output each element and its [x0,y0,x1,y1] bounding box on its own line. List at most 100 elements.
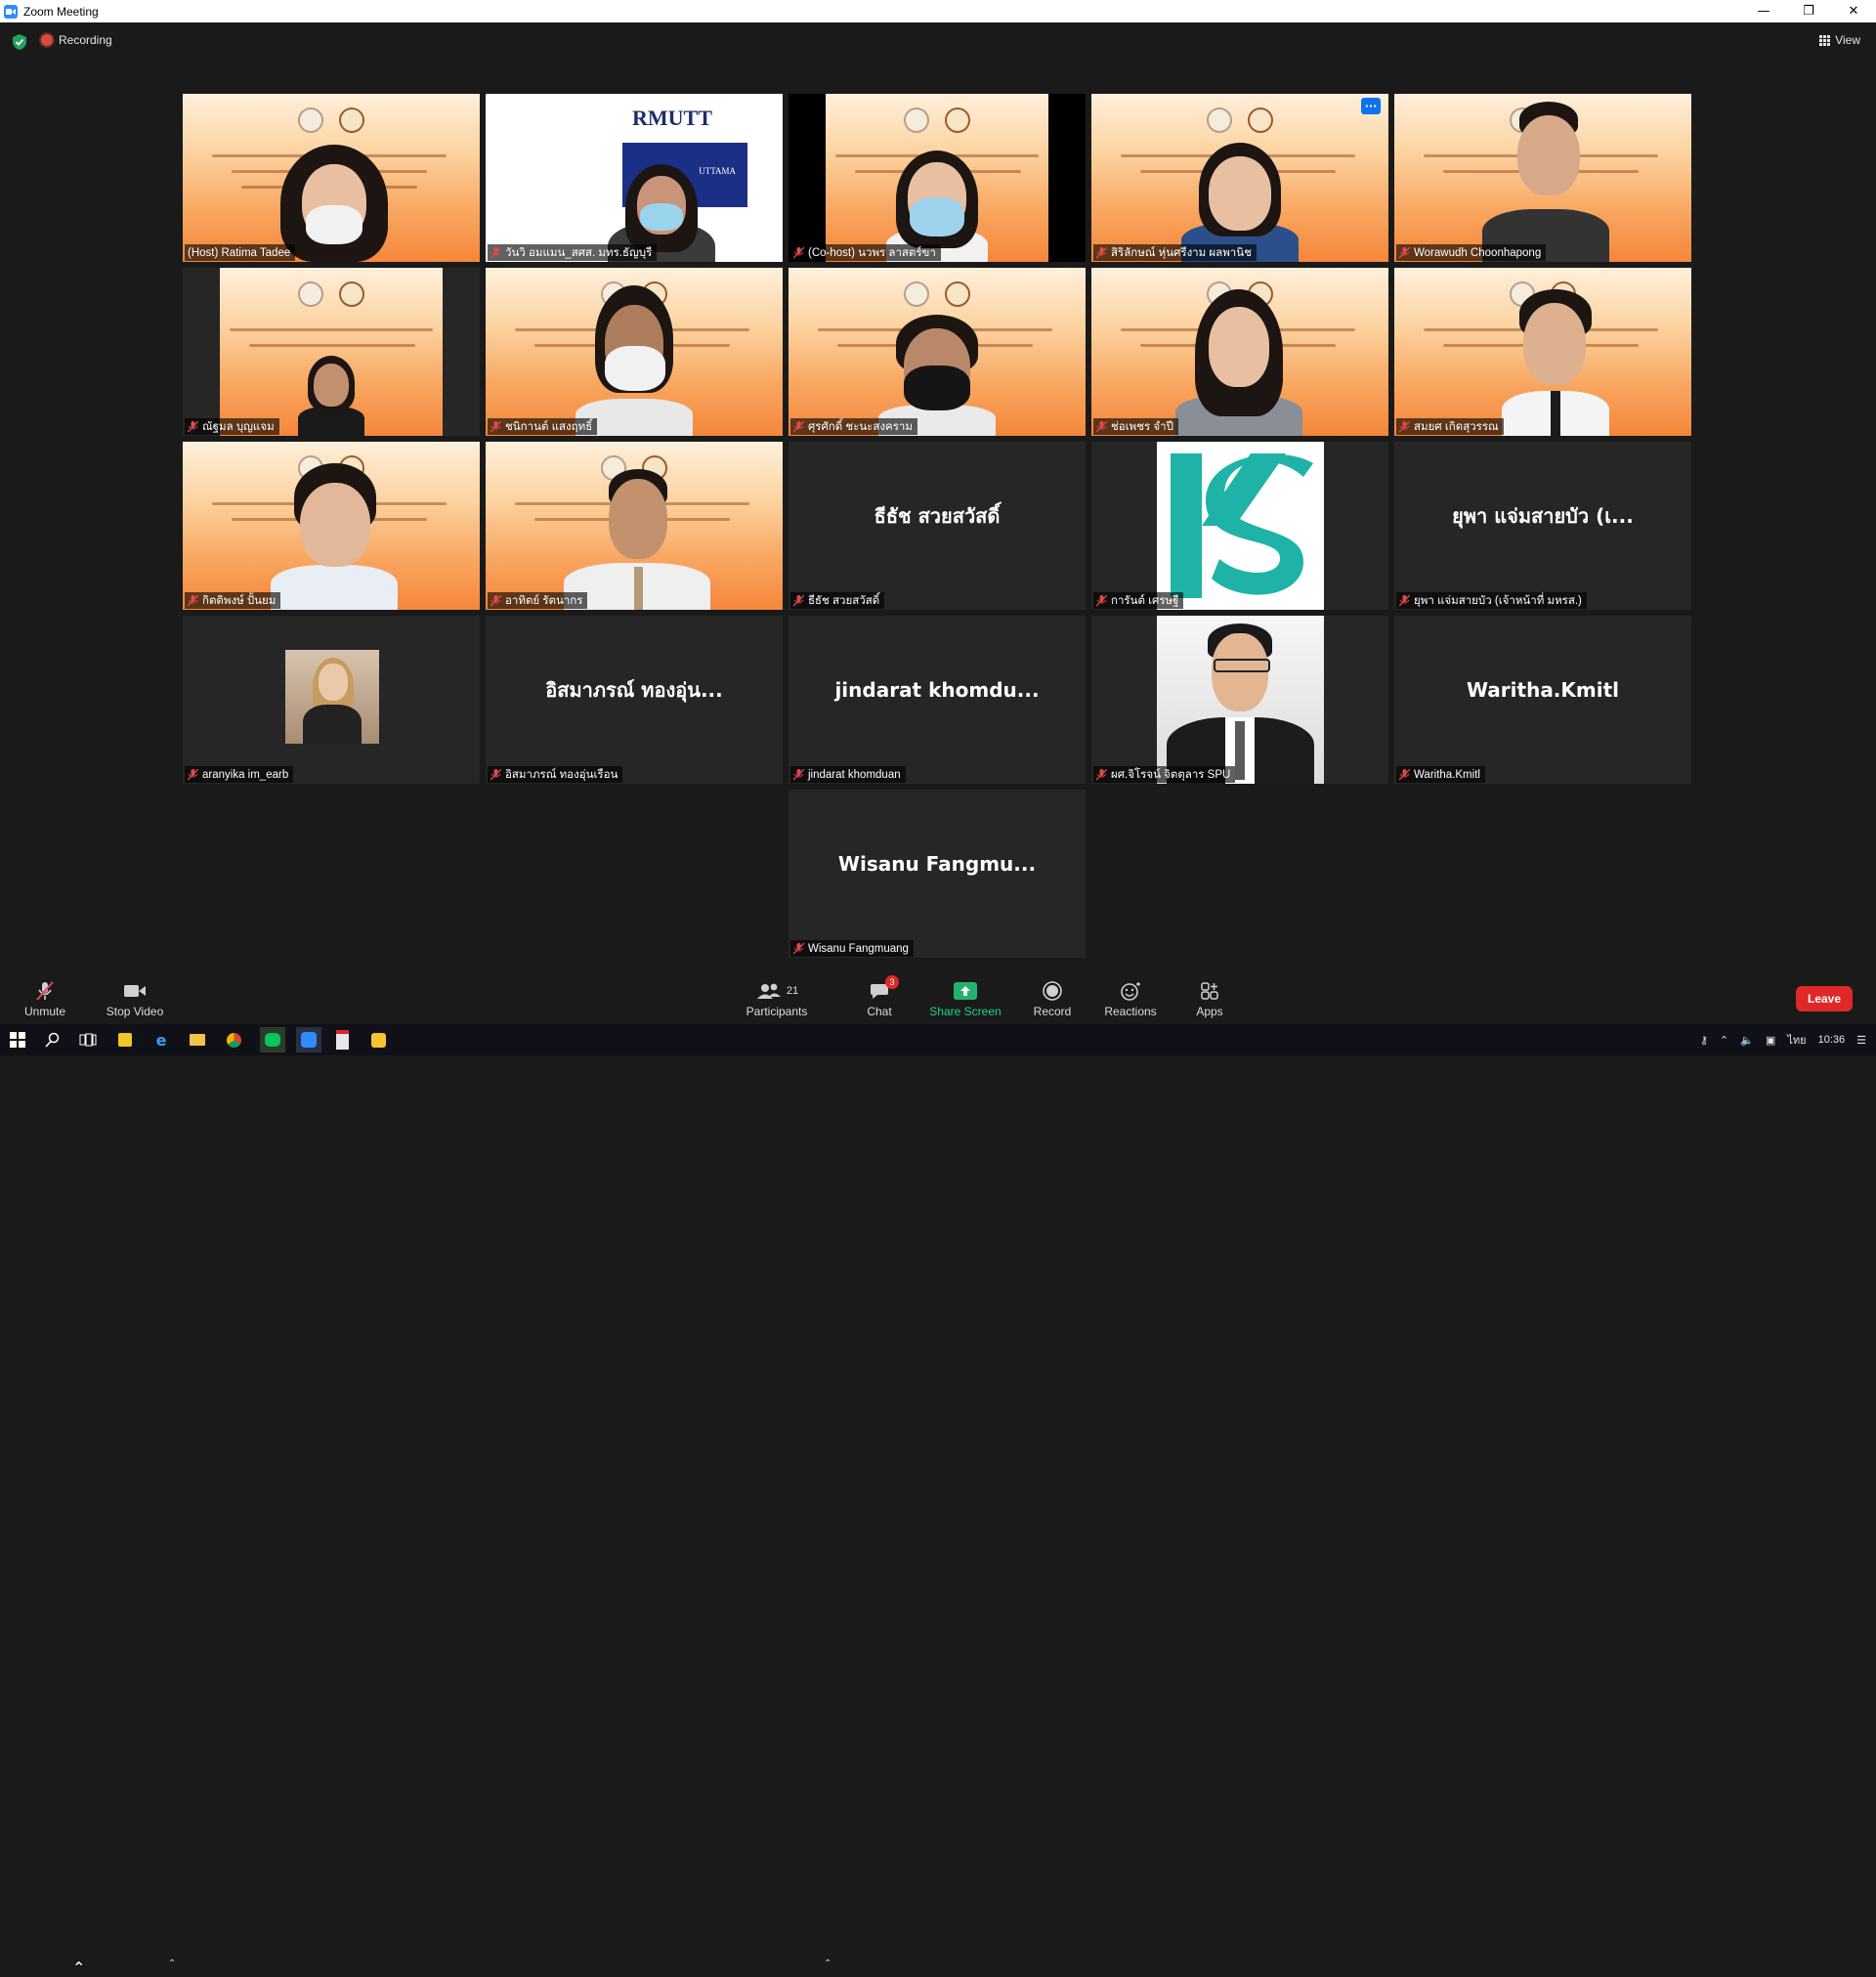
participant-name: Wisanu Fangmuang [790,940,914,957]
participants-options-caret[interactable]: ⌃ [824,1958,831,1969]
search-icon[interactable] [43,1030,63,1050]
video-camera-icon [124,985,146,997]
people-icon[interactable]: ⚷ [1700,1034,1708,1047]
muted-mic-icon [490,594,501,606]
chat-button[interactable]: 3 Chat [860,975,899,1024]
line-app-icon[interactable] [260,1027,285,1053]
video-tile[interactable]: อาทิตย์ รัตนากร [486,442,783,610]
participant-display-name: Wisanu Fangmu... [837,852,1037,876]
video-gallery: (Host) Ratima Tadee RMUTT UTTAMA วันวิ อ… [0,0,1876,977]
video-tile[interactable]: อิสมาภรณ์ ทองอุ่น... อิสมาภรณ์ ทองอุ่นเร… [486,616,783,784]
record-icon [1043,981,1062,1001]
muted-mic-icon [1096,420,1107,432]
video-tile[interactable]: jindarat khomdu... jindarat khomduan [789,616,1086,784]
participant-name: ช่อเพชร จำปี [1093,418,1178,435]
participant-display-name: Waritha.Kmitl [1466,678,1620,702]
language-indicator[interactable]: ไทย [1787,1031,1806,1049]
video-tile[interactable]: ชนิกานต์ แสงฤทธิ์ [486,268,783,436]
apps-button[interactable]: Apps [1193,977,1226,1024]
participant-name: สมยศ เกิดสุวรรณ [1396,418,1504,435]
reactions-button[interactable]: Reactions [1104,977,1157,1024]
video-tile[interactable]: aranyika im_earb [183,616,480,784]
muted-mic-icon [793,246,804,258]
muted-mic-icon [188,768,198,780]
muted-mic-icon [188,594,198,606]
stop-video-button[interactable]: Stop Video [106,977,164,1024]
chevron-up-icon[interactable]: ⌃ [1720,1034,1728,1047]
muted-mic-icon [793,420,804,432]
task-view-icon[interactable] [78,1030,98,1050]
system-tray: ⚷ ⌃ 🔈 ▣ ไทย 10:36 ☰ [1700,1024,1866,1055]
video-tile[interactable]: กิตติพงษ์ ปั้นยม [183,442,480,610]
participant-name: (Co-host) นวพร ลาสตร์ขา [790,244,941,261]
video-tile[interactable]: ณัฐมล บุญแจม [183,268,480,436]
video-tile[interactable]: ผศ.จิโรจน์ จิตตุลาร SPU [1091,616,1388,784]
video-tile[interactable]: (Co-host) นวพร ลาสตร์ขา [789,94,1086,262]
volume-icon[interactable]: 🔈 [1740,1034,1754,1047]
participant-name: อิสมาภรณ์ ทองอุ่นเรือน [488,766,623,783]
video-options-caret[interactable]: ⌃ [168,1958,176,1969]
audio-options-caret[interactable]: ⌃ [72,1958,85,1977]
video-tile[interactable]: ธีธัช สวยสวัสดิ์ ธีธัช สวยสวัสดิ์ [789,442,1086,610]
participants-icon [756,983,781,999]
more-options-icon[interactable]: ··· [1361,98,1381,114]
participant-name: การันต์ เศรษฐี [1093,592,1184,609]
video-tile[interactable]: Worawudh Choonhapong [1394,94,1691,262]
video-tile[interactable]: RMUTT UTTAMA วันวิ อมแมน_สศส. มทร.ธัญบุร… [486,94,783,262]
participant-name: (Host) Ratima Tadee [185,244,296,261]
participant-name: ณัฐมล บุญแจม [185,418,279,435]
video-tile[interactable]: ยุพา แจ่มสายบัว (เ... ยุพา แจ่มสายบัว (เ… [1394,442,1691,610]
network-icon[interactable]: ▣ [1766,1034,1775,1047]
windows-start-icon[interactable] [8,1030,27,1050]
muted-mic-icon [1399,420,1410,432]
video-tile[interactable]: (Host) Ratima Tadee [183,94,480,262]
video-tile[interactable]: ช่อเพชร จำปี [1091,268,1388,436]
sticky-notes-icon[interactable] [115,1030,135,1050]
participant-display-name: ยุพา แจ่มสายบัว (เ... [1452,504,1634,528]
chrome-icon[interactable] [224,1030,243,1050]
muted-mic-icon [490,246,501,258]
muted-mic-icon [793,594,804,606]
video-tile[interactable]: Wisanu Fangmu... Wisanu Fangmuang [789,790,1086,958]
participant-display-name: อิสมาภรณ์ ทองอุ่น... [545,678,723,702]
unmute-button[interactable]: Unmute [21,977,68,1024]
zoom-taskbar-icon[interactable] [296,1027,321,1053]
chat-badge: 3 [885,975,899,989]
profile-picture [1157,442,1324,610]
video-tile[interactable]: Waritha.Kmitl Waritha.Kmitl [1394,616,1691,784]
file-explorer-icon[interactable] [188,1030,207,1050]
share-screen-icon [954,982,977,1000]
participant-name: อาทิตย์ รัตนากร [488,592,588,609]
participant-name: กิตติพงษ์ ปั้นยม [185,592,281,609]
leave-button[interactable]: Leave [1796,986,1853,1011]
muted-mic-icon [490,420,501,432]
muted-mic-icon [1399,246,1410,258]
video-tile[interactable]: ศุรศักดิ์ ชะนะสงคราม [789,268,1086,436]
participants-button[interactable]: 21 Participants [743,977,811,1024]
muted-mic-icon [490,768,501,780]
ks-logo-icon [1171,453,1313,598]
participant-name: jindarat khomduan [790,766,906,783]
clock[interactable]: 10:36 [1818,1034,1846,1046]
record-button[interactable]: Record [1031,977,1074,1024]
video-tile[interactable]: ··· สิริลักษณ์ หุ่นศรีงาม ผลพานิช [1091,94,1388,262]
participant-name: ชนิกานต์ แสงฤทธิ์ [488,418,598,435]
share-screen-button[interactable]: Share Screen [928,977,1002,1024]
participant-name: ผศ.จิโรจน์ จิตตุลาร SPU [1093,766,1236,783]
muted-mic-icon [1096,768,1107,780]
notifications-icon[interactable]: ☰ [1856,1034,1866,1047]
app-icon[interactable] [368,1030,388,1050]
muted-mic-icon [1399,594,1410,606]
pdf-reader-icon[interactable] [332,1030,352,1050]
participant-name: สิริลักษณ์ หุ่นศรีงาม ผลพานิช [1093,244,1257,261]
participant-display-name: ธีธัช สวยสวัสดิ์ [874,504,1001,528]
video-tile[interactable]: สมยศ เกิดสุวรรณ [1394,268,1691,436]
video-tile[interactable]: การันต์ เศรษฐี [1091,442,1388,610]
muted-mic-icon [1096,594,1107,606]
apps-icon [1201,982,1218,1000]
participant-name: ธีธัช สวยสวัสดิ์ [790,592,885,609]
rmutt-logo: RMUTT [632,106,712,130]
participant-name: aranyika im_earb [185,766,294,783]
profile-picture [1157,616,1324,784]
edge-browser-icon[interactable]: e [151,1030,171,1050]
